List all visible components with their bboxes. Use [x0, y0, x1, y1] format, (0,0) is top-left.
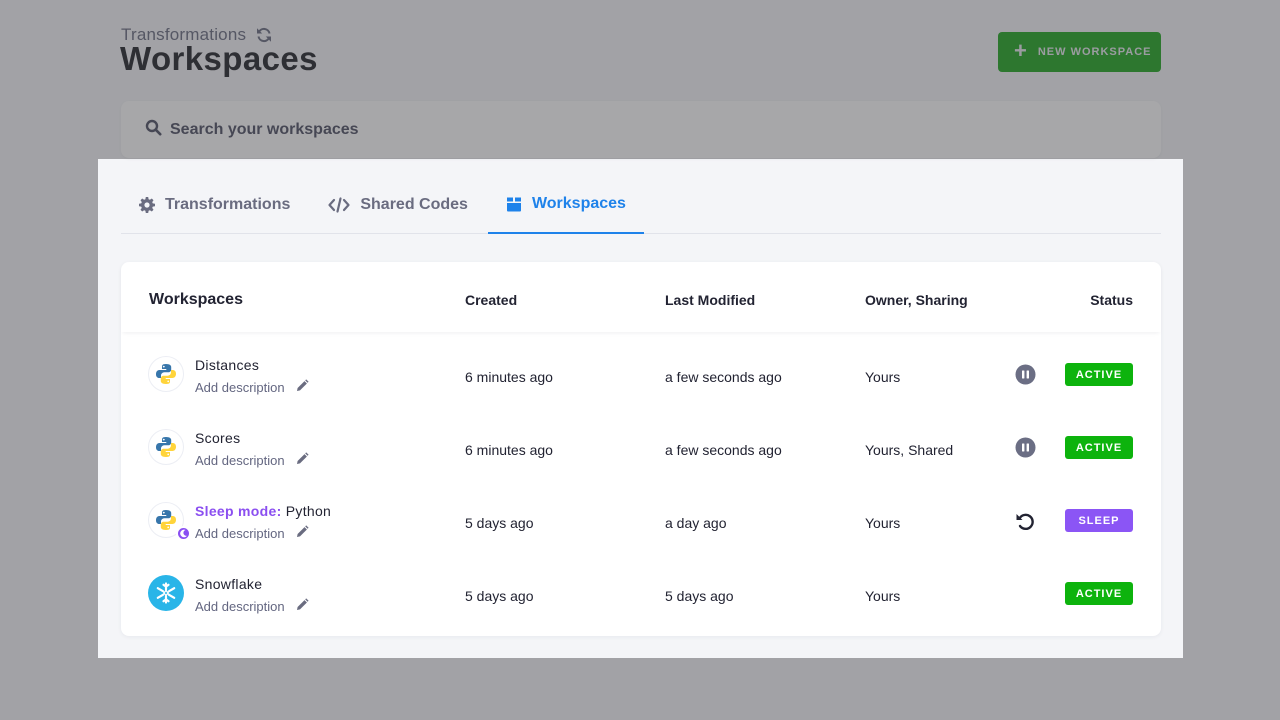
workspace-name[interactable]: Scores: [195, 430, 240, 446]
add-description[interactable]: Add description: [195, 379, 309, 396]
description-text: Add description: [195, 380, 285, 395]
python-icon: [148, 356, 184, 392]
last-modified-cell: a few seconds ago: [665, 369, 782, 385]
add-description[interactable]: Add description: [195, 452, 309, 469]
tab-transformations[interactable]: Transformations: [121, 176, 308, 233]
column-header-created: Created: [465, 292, 518, 308]
dim-overlay-left: [0, 159, 98, 658]
last-modified-cell: 5 days ago: [665, 588, 734, 604]
pencil-icon[interactable]: [295, 525, 309, 542]
new-workspace-button[interactable]: + NEW WORKSPACE: [998, 32, 1161, 72]
column-header-owner-sharing: Owner, Sharing: [865, 292, 968, 308]
add-description[interactable]: Add description: [195, 598, 309, 615]
workspace-name[interactable]: Sleep mode: Python: [195, 503, 331, 519]
pencil-icon[interactable]: [295, 452, 309, 469]
search-input[interactable]: [170, 120, 770, 139]
tab-shared-codes[interactable]: Shared Codes: [310, 176, 486, 233]
code-icon: [328, 196, 350, 213]
gear-icon: [139, 196, 155, 213]
table-header: Workspaces Created Last Modified Owner, …: [121, 262, 1161, 332]
description-text: Add description: [195, 599, 285, 614]
created-cell: 5 days ago: [465, 588, 534, 604]
pause-button[interactable]: [1014, 364, 1036, 390]
last-modified-cell: a few seconds ago: [665, 442, 782, 458]
created-cell: 5 days ago: [465, 515, 534, 531]
tab-workspaces[interactable]: Workspaces: [487, 176, 644, 234]
add-description[interactable]: Add description: [195, 525, 309, 542]
resume-icon: [1014, 510, 1036, 537]
status-badge: SLEEP: [1065, 509, 1133, 532]
dim-overlay-right: [1183, 159, 1280, 658]
moon-icon: [176, 526, 191, 541]
last-modified-cell: a day ago: [665, 515, 727, 531]
workspaces-page: Transformations Workspaces + NEW WORKSPA…: [0, 0, 1280, 720]
search-icon: [145, 119, 162, 141]
column-header-status: Status: [1090, 292, 1133, 308]
search-bar: [121, 101, 1161, 158]
created-cell: 6 minutes ago: [465, 369, 553, 385]
column-header-workspaces: Workspaces: [149, 291, 243, 308]
tab-label: Transformations: [165, 195, 291, 213]
description-text: Add description: [195, 453, 285, 468]
status-badge: ACTIVE: [1065, 363, 1133, 386]
pause-button[interactable]: [1014, 437, 1036, 463]
page-title: Workspaces: [120, 40, 318, 77]
pencil-icon[interactable]: [295, 598, 309, 615]
pause-icon: [1015, 437, 1036, 463]
dim-overlay-bottom: [0, 658, 1280, 720]
plus-icon: +: [1014, 38, 1028, 63]
description-text: Add description: [195, 526, 285, 541]
tab-bar: Transformations Shared Codes Workspaces: [121, 176, 1161, 234]
tab-label: Workspaces: [531, 195, 626, 212]
status-badge: ACTIVE: [1065, 582, 1133, 605]
box-icon: [506, 196, 522, 212]
workspaces-table: Workspaces Created Last Modified Owner, …: [121, 262, 1161, 636]
owner-cell: Yours: [865, 588, 901, 604]
table-row[interactable]: Distances Add description 6 minutes ago …: [121, 337, 1161, 410]
table-row[interactable]: Sleep mode: Python Add description 5 day…: [121, 483, 1161, 556]
table-row[interactable]: Snowflake Add description 5 days ago 5 d…: [121, 556, 1161, 629]
sleep-mode-label: Sleep mode:: [195, 503, 282, 519]
python-icon: [148, 502, 191, 541]
tab-label: Shared Codes: [360, 195, 468, 213]
table-row[interactable]: Scores Add description 6 minutes ago a f…: [121, 410, 1161, 483]
owner-cell: Yours: [865, 515, 901, 531]
owner-cell: Yours, Shared: [865, 442, 954, 458]
workspace-name-text: Python: [285, 503, 332, 519]
new-workspace-label: NEW WORKSPACE: [1037, 46, 1152, 58]
workspace-name[interactable]: Snowflake: [195, 576, 262, 592]
created-cell: 6 minutes ago: [465, 442, 553, 458]
workspace-name[interactable]: Distances: [195, 357, 259, 373]
column-header-last-modified: Last Modified: [665, 292, 756, 308]
pause-icon: [1015, 364, 1036, 390]
status-badge: ACTIVE: [1065, 436, 1133, 459]
pencil-icon[interactable]: [295, 379, 309, 396]
owner-cell: Yours: [865, 369, 901, 385]
python-icon: [148, 429, 184, 465]
snowflake-icon: [148, 575, 184, 611]
resume-button[interactable]: [1014, 512, 1036, 534]
